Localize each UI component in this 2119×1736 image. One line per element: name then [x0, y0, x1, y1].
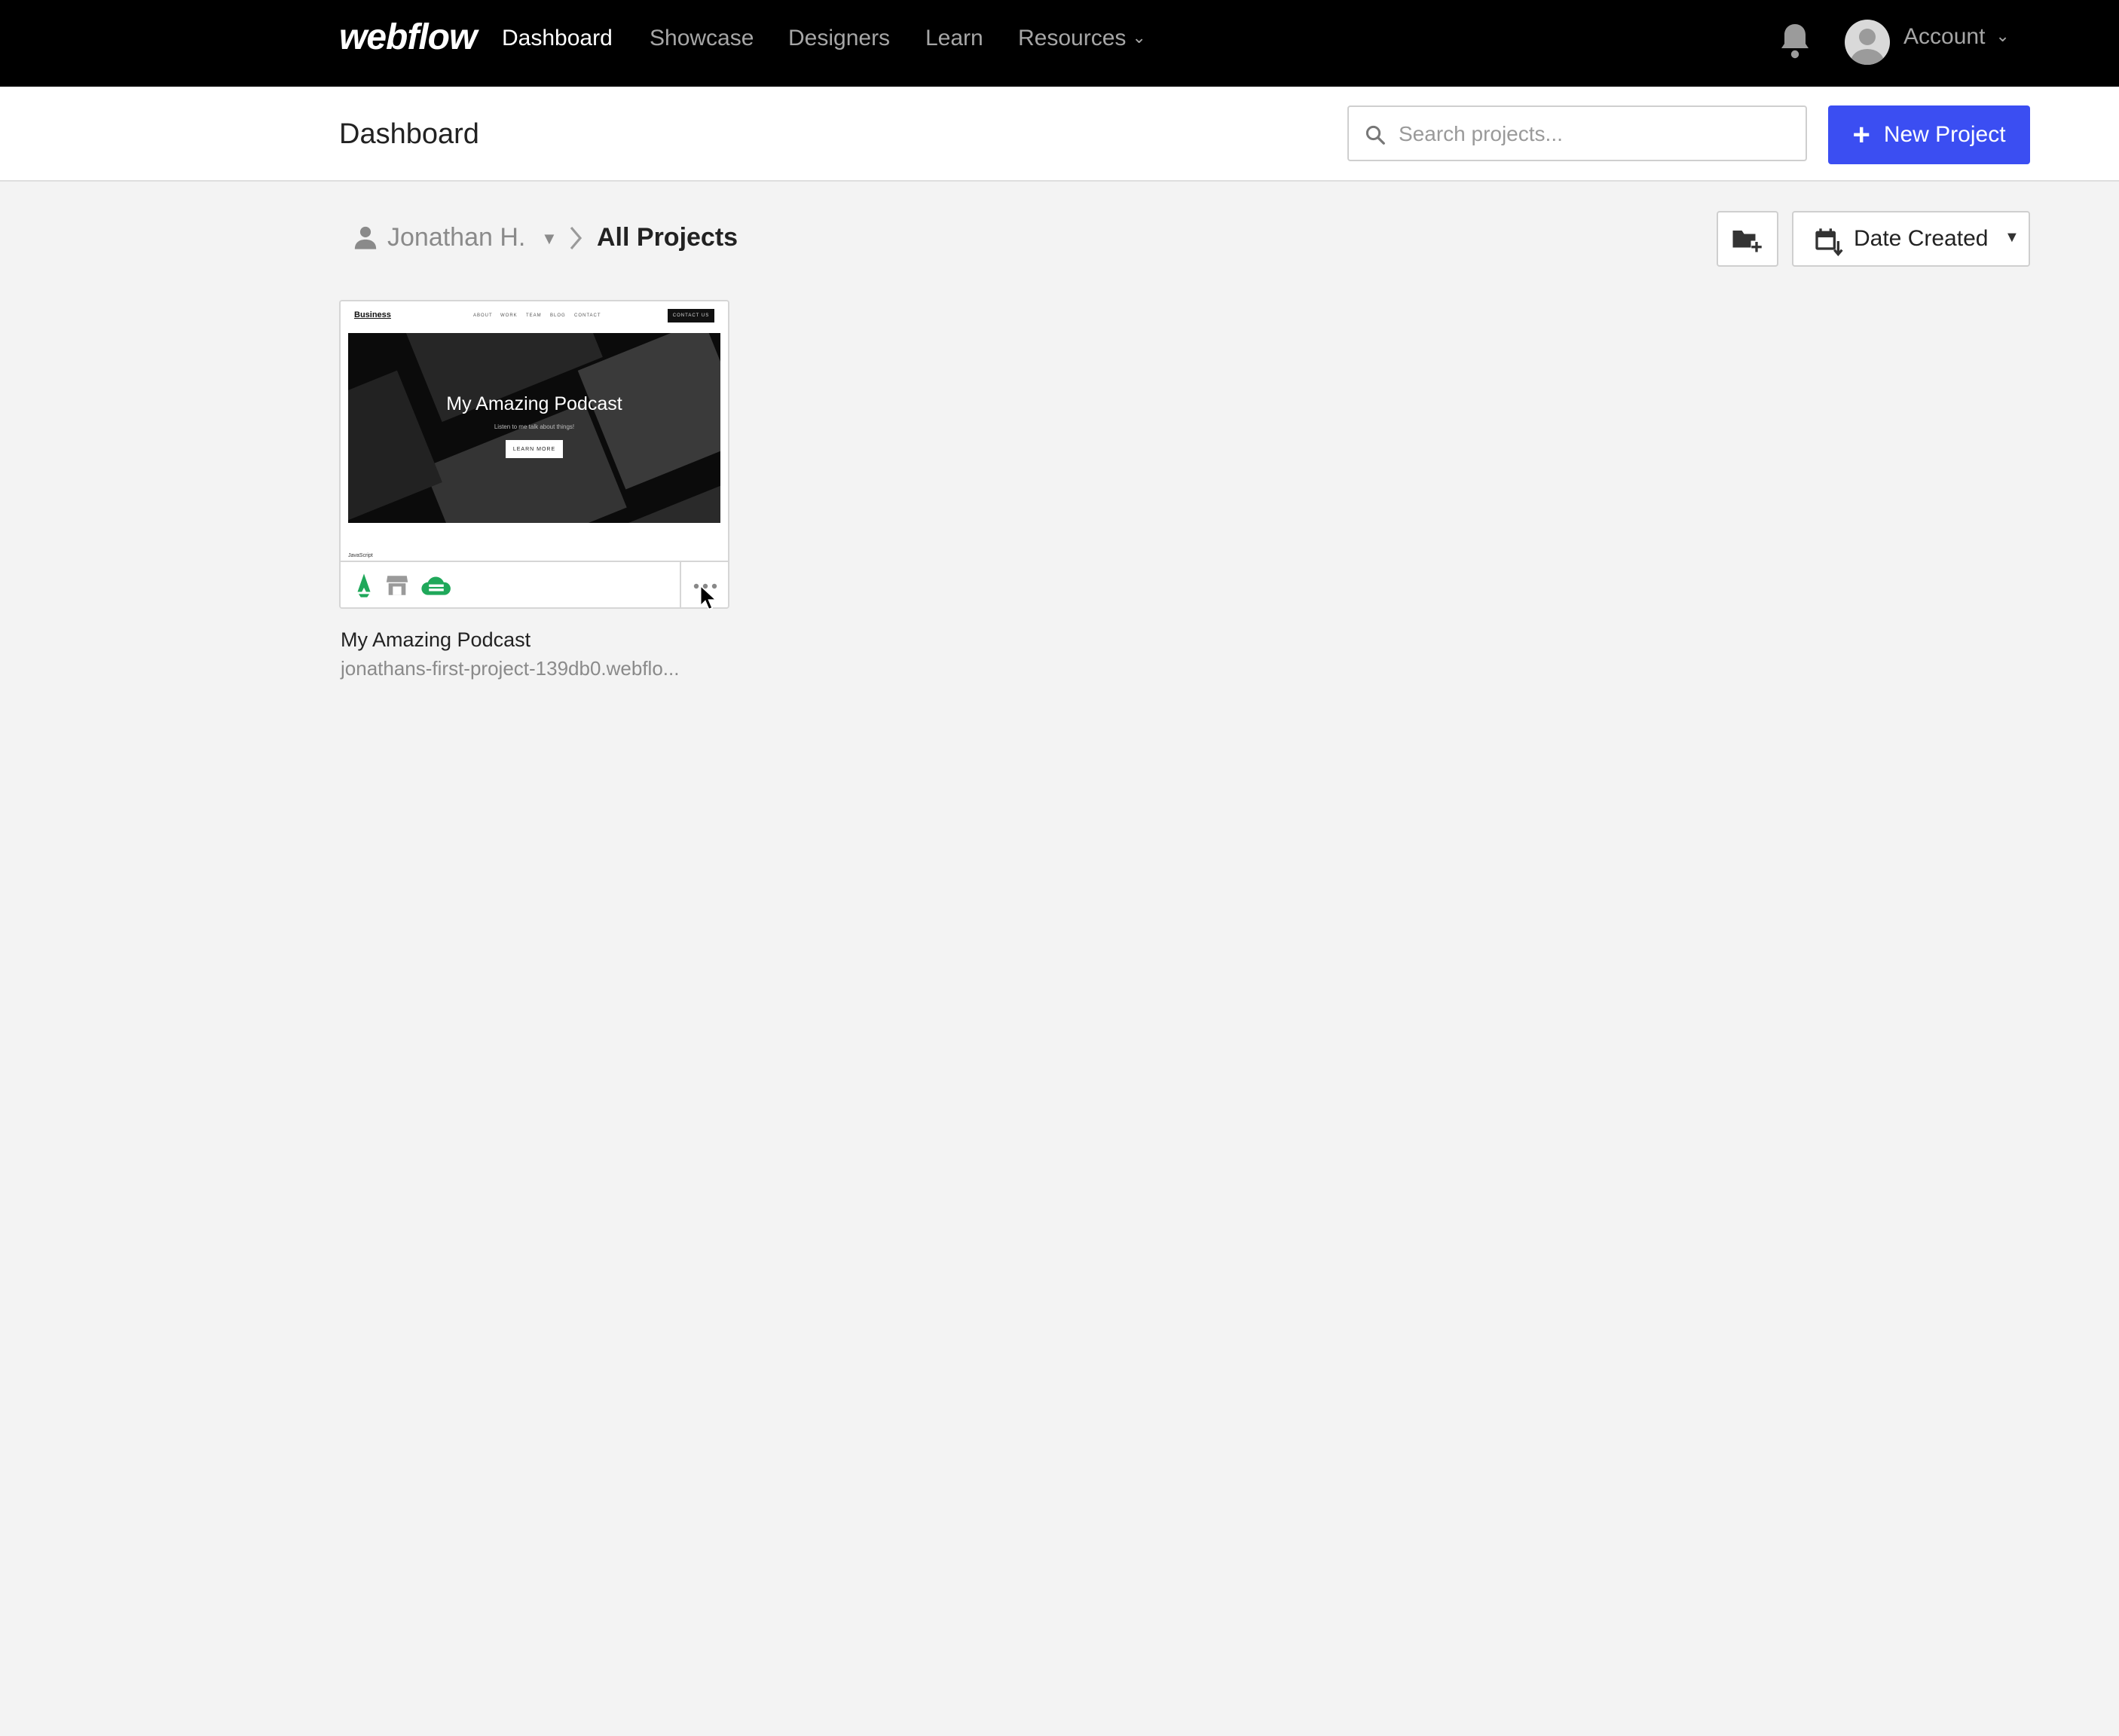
caret-down-icon[interactable]: ▼ — [541, 229, 558, 249]
breadcrumb-workspace[interactable]: Jonathan H. — [387, 223, 525, 252]
hero-tile — [423, 402, 627, 523]
search-box[interactable] — [1347, 105, 1807, 161]
project-name[interactable]: My Amazing Podcast — [341, 628, 531, 652]
account-label: Account — [1903, 24, 1986, 49]
page-header: Dashboard + New Project — [0, 87, 2119, 182]
rocket-icon[interactable] — [351, 573, 377, 598]
sort-label: Date Created — [1854, 226, 1989, 251]
thumbnail-brand: Business — [354, 310, 391, 319]
user-avatar[interactable] — [1845, 20, 1890, 65]
webflow-logo[interactable]: webflow — [339, 17, 477, 58]
thumbnail-contact-button: CONTACT US — [668, 309, 714, 322]
new-project-button[interactable]: + New Project — [1828, 105, 2030, 164]
chevron-right-icon — [570, 226, 582, 250]
thumbnail-hero-button: LEARN MORE — [506, 440, 563, 458]
nav-link-learn[interactable]: Learn — [925, 26, 983, 51]
bell-icon[interactable] — [1777, 21, 1813, 60]
project-card-toolbar — [341, 561, 728, 607]
project-thumbnail[interactable]: Business ABOUT WORK TEAM BLOG CONTACT CO… — [341, 301, 728, 561]
calendar-sort-icon — [1815, 228, 1843, 256]
thumbnail-hero-title: My Amazing Podcast — [446, 393, 622, 414]
thumbnail-nav-item: TEAM — [526, 313, 542, 318]
hero-tile — [625, 478, 720, 523]
thumbnail-nav-item: CONTACT — [574, 313, 601, 318]
chevron-down-icon: ⌄ — [1995, 26, 2010, 45]
search-input[interactable] — [1397, 107, 1792, 161]
plus-icon: + — [1852, 118, 1870, 151]
caret-down-icon: ▼ — [2004, 229, 2020, 246]
project-url[interactable]: jonathans-first-project-139db0.webflo... — [341, 657, 679, 680]
project-card[interactable]: Business ABOUT WORK TEAM BLOG CONTACT CO… — [339, 300, 729, 609]
thumbnail-hero: My Amazing Podcast Listen to me talk abo… — [348, 333, 720, 523]
page-title: Dashboard — [339, 118, 479, 150]
user-icon — [354, 226, 377, 249]
thumbnail-nav-item: BLOG — [550, 313, 566, 318]
nav-link-dashboard[interactable]: Dashboard — [502, 26, 613, 51]
nav-link-designers[interactable]: Designers — [788, 26, 890, 51]
nav-link-showcase[interactable]: Showcase — [650, 26, 754, 51]
breadcrumb-current: All Projects — [597, 223, 738, 252]
avatar-silhouette-icon — [1851, 29, 1884, 65]
new-folder-button[interactable] — [1717, 211, 1778, 267]
thumbnail-footer-text: JavaScript — [348, 553, 373, 558]
search-icon — [1365, 125, 1385, 145]
folder-plus-icon — [1732, 231, 1763, 252]
nav-link-resources[interactable]: Resources ⌄ — [1018, 26, 1146, 51]
storefront-icon[interactable] — [384, 573, 410, 598]
cloud-icon[interactable] — [420, 573, 452, 598]
sort-dropdown[interactable]: Date Created ▼ — [1792, 211, 2030, 267]
thumbnail-hero-subtitle: Listen to me talk about things! — [494, 423, 575, 430]
top-navigation: webflow Dashboard Showcase Designers Lea… — [0, 0, 2119, 87]
new-project-label: New Project — [1883, 122, 2006, 147]
thumbnail-nav-item: ABOUT — [473, 313, 493, 318]
chevron-down-icon: ⌄ — [1132, 28, 1146, 47]
account-menu[interactable]: Account ⌄ — [1903, 24, 2010, 50]
mouse-cursor-icon — [699, 585, 716, 610]
nav-link-resources-label: Resources — [1018, 26, 1127, 50]
thumbnail-nav-item: WORK — [500, 313, 518, 318]
